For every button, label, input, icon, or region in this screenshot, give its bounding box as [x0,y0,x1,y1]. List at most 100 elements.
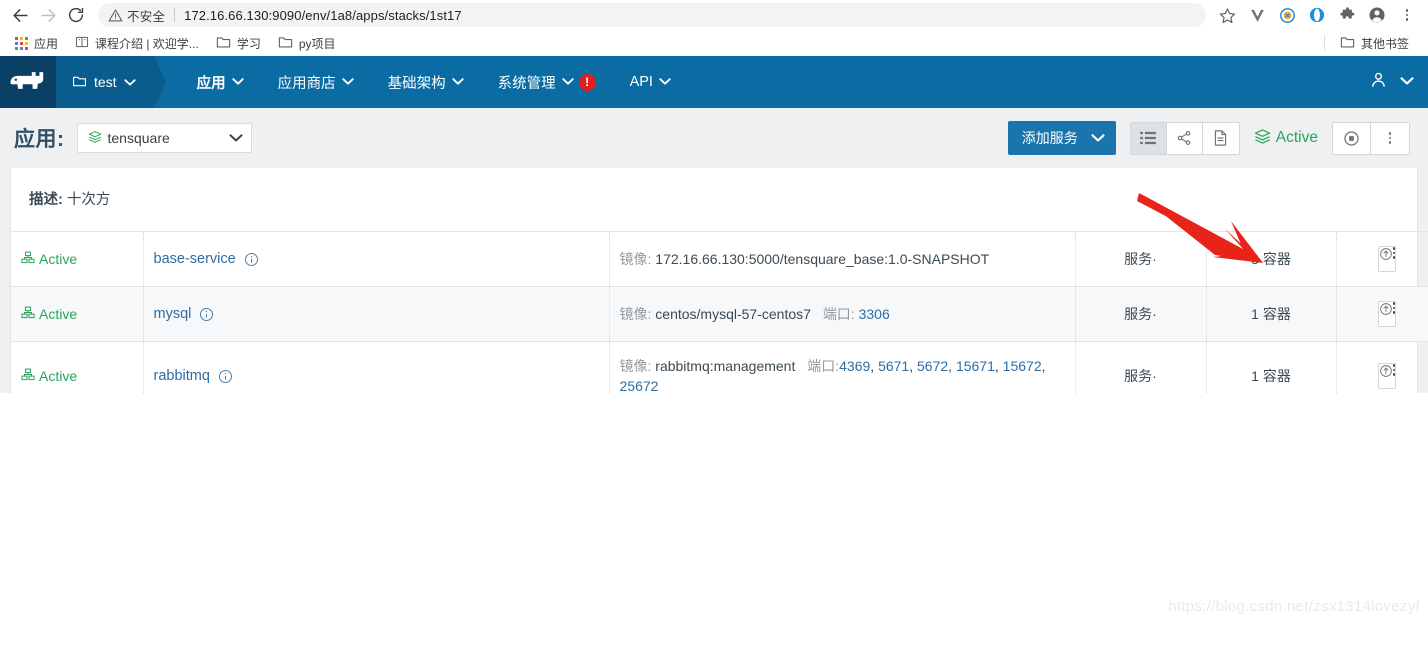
row-name-cell: mysql [142,286,609,342]
nav-item-app-store[interactable]: 应用商店 [261,56,371,108]
port-value[interactable]: 5671 [878,358,909,374]
stack-kebab-menu[interactable] [1371,122,1409,154]
image-prefix: 镜像: [619,250,652,267]
upgrade-circle-icon[interactable] [1379,364,1393,388]
nav-item-label: 系统管理 [497,75,556,92]
bookmark-course-intro[interactable]: 课程介绍 | 欢迎学... [68,33,206,54]
row-state-label: Active [39,306,78,322]
url-text: 172.16.66.130:9090/env/1a8/apps/stacks/1… [184,7,462,23]
info-circle-icon[interactable] [199,307,214,322]
bookmarks-divider [1323,35,1325,51]
list-view-button[interactable] [1130,122,1167,154]
row-state-cell: Active [11,286,143,342]
port-value[interactable]: 25672 [620,378,659,394]
row-kebab-menu[interactable] [1392,364,1395,388]
bookmark-study[interactable]: 学习 [209,33,268,54]
bookmarks-bar: 应用 课程介绍 | 欢迎学... 学习 py项目 其他书签 [0,30,1428,56]
stop-circle-icon[interactable] [1333,122,1371,154]
bookmark-label: 课程介绍 | 欢迎学... [95,36,199,51]
image-value: 172.16.66.130:5000/tensquare_base:1.0-SN… [655,250,990,267]
chrome-menu-icon[interactable] [1392,1,1422,29]
nav-item-system-admin[interactable]: 系统管理 ! [481,56,613,108]
ports-prefix: 端口: [822,305,855,322]
service-name-link[interactable]: base-service [154,251,236,267]
chevron-down-icon [451,74,464,90]
vimium-icon[interactable] [1242,1,1272,29]
stack-content: 描述: 十次方 Active base-service 镜像: 172.16.6… [0,168,1428,625]
service-name-link[interactable]: rabbitmq [154,368,210,384]
info-circle-icon[interactable] [244,252,259,267]
image-value: centos/mysql-57-centos7 [655,305,811,322]
service-name-link[interactable]: mysql [154,306,192,322]
stack-dropdown[interactable]: tensquare [76,123,252,153]
ports-prefix: 端口: [807,358,840,374]
bookmark-star-icon[interactable] [1212,1,1242,29]
nav-item-infrastructure[interactable]: 基础架构 [371,56,481,108]
not-secure-warning-icon [108,8,123,23]
chevron-down-icon [231,74,244,90]
environment-label: test [94,74,117,90]
info-circle-icon[interactable] [218,369,233,384]
security-label: 不安全 [127,9,166,24]
image-value: rabbitmq:management [655,358,796,374]
stack-layers-icon [88,130,102,146]
main-nav-links: 应用 应用商店 基础架构 系统管理 ! API [180,56,688,108]
row-type-cell: 服务· [1074,286,1206,342]
folder-icon [278,35,293,52]
page-title: 应用: [14,128,65,151]
chevron-down-icon [659,74,671,90]
stack-action-buttons [1332,121,1410,155]
environment-selector[interactable]: test [56,56,166,108]
apps-grid-icon [15,36,28,50]
upgrade-circle-icon[interactable] [1379,302,1393,326]
nav-item-apps[interactable]: 应用 [180,56,261,108]
stack-description: 描述: 十次方 [11,168,1417,231]
rancher-navbar: test 应用 应用商店 基础架构 系统管理 ! API [0,56,1428,108]
port-value[interactable]: 15671 [956,358,995,374]
reload-icon[interactable] [62,1,90,29]
upgrade-circle-icon[interactable] [1379,247,1393,271]
row-image-cell: 镜像: 172.16.66.130:5000/tensquare_base:1.… [608,231,1075,287]
nav-item-label: 应用商店 [277,75,336,92]
row-kebab-menu[interactable] [1392,247,1395,271]
stack-selected-label: tensquare [107,130,170,146]
port-value[interactable]: 3306 [859,306,890,322]
stack-status-badge: Active [1254,128,1318,149]
nav-user-area[interactable] [1369,56,1428,108]
address-bar[interactable]: 不安全 172.16.66.130:9090/env/1a8/apps/stac… [98,3,1206,27]
translate-icon[interactable] [1272,1,1302,29]
book-icon [75,35,89,52]
chevron-down-icon [1091,130,1105,146]
user-account-icon[interactable] [1369,70,1388,94]
row-actions-cell [1335,286,1428,342]
port-value[interactable]: 5672 [917,358,948,374]
config-view-button[interactable] [1202,122,1239,154]
alert-badge-icon[interactable]: ! [578,73,596,91]
profile-avatar-icon[interactable] [1362,1,1392,29]
row-type-cell: 服务· [1074,231,1206,287]
rancher-cow-logo[interactable] [0,56,56,108]
service-state-icon [21,251,35,267]
table-row[interactable]: Active base-service 镜像: 172.16.66.130:50… [11,231,1428,287]
back-arrow-icon[interactable] [6,1,34,29]
chevron-down-icon [341,74,354,90]
row-kebab-menu[interactable] [1392,302,1395,326]
graph-view-button[interactable] [1166,122,1203,154]
table-row[interactable]: Active mysql 镜像: centos/mysql-57-centos7… [11,286,1428,342]
bookmark-py-project[interactable]: py项目 [271,33,343,54]
puzzle-extension-icon[interactable] [1332,1,1362,29]
port-value[interactable]: 4369 [839,358,870,374]
chevron-down-icon [561,74,574,90]
bookmark-apps[interactable]: 应用 [8,33,65,54]
browser-chrome: 不安全 172.16.66.130:9090/env/1a8/apps/stac… [0,0,1428,57]
image-prefix: 镜像: [619,305,652,322]
page-background-fill [0,393,1428,625]
port-value[interactable]: 15672 [1003,358,1042,374]
nav-item-api[interactable]: API [613,56,688,108]
bookmark-other[interactable]: 其他书签 [1333,33,1416,54]
add-service-button[interactable]: 添加服务 [1007,121,1116,155]
opera-icon[interactable] [1302,1,1332,29]
add-service-label: 添加服务 [1021,130,1078,146]
chevron-down-icon[interactable] [1400,73,1414,91]
row-image-cell: 镜像: centos/mysql-57-centos7 端口: 3306 [608,286,1075,342]
